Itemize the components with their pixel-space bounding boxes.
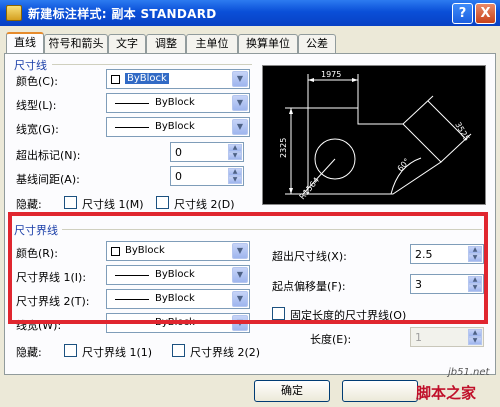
window-title: 新建标注样式: 副本 STANDARD xyxy=(28,7,217,21)
length-label: 长度(E): xyxy=(310,333,352,346)
line-sample xyxy=(115,103,149,104)
help-button[interactable]: ? xyxy=(452,3,473,24)
preview-canvas: 1975 2325 3525 60° R1564 xyxy=(262,65,486,205)
dim-text-radius: R1564 xyxy=(298,176,322,202)
title-bar: 新建标注样式: 副本 STANDARD ? X xyxy=(0,0,500,26)
watermark-brand: 脚本之家 xyxy=(416,384,477,402)
color-swatch xyxy=(111,75,120,84)
suppress-ext-line-1-label: 尺寸界线 1(1) xyxy=(82,346,153,359)
dim-linetype-label: 线型(L): xyxy=(16,99,57,112)
watermark-site: jb51.net xyxy=(448,367,490,378)
dim-linetype-select[interactable]: ByBlock ▼ xyxy=(106,93,250,113)
tab-tolerances[interactable]: 公差 xyxy=(298,34,336,53)
app-icon xyxy=(6,5,22,21)
tab-lines[interactable]: 直线 xyxy=(6,32,44,54)
highlight-box xyxy=(8,212,488,324)
chevron-down-icon[interactable]: ▼ xyxy=(232,71,248,87)
suppress-dim-line-2-checkbox[interactable] xyxy=(156,196,169,209)
dim-linetype-value: ByBlock xyxy=(155,97,195,108)
suppress-dim-line-1-checkbox[interactable] xyxy=(64,196,77,209)
suppress-ext-line-2-checkbox[interactable] xyxy=(172,344,185,357)
tab-text[interactable]: 文字 xyxy=(108,34,146,53)
baseline-spacing-label: 基线间距(A): xyxy=(16,173,80,186)
dim-color-select[interactable]: ByBlock ▼ xyxy=(106,69,250,89)
dim-lineweight-label: 线宽(G): xyxy=(16,123,59,136)
cancel-button[interactable] xyxy=(342,380,418,402)
suppress-dim-line-1-label: 尺寸线 1(M) xyxy=(82,198,144,211)
tab-alternate-units[interactable]: 换算单位 xyxy=(238,34,298,53)
dim-color-value: ByBlock xyxy=(125,73,169,84)
spin-up-icon[interactable]: ▲ xyxy=(468,329,482,337)
ext-suppress-label: 隐藏: xyxy=(16,346,42,359)
dim-text-angle: 60° xyxy=(396,157,412,174)
suppress-ext-line-2-label: 尺寸界线 2(2) xyxy=(190,346,261,359)
dim-color-label: 颜色(C): xyxy=(16,75,58,88)
dim-suppress-label: 隐藏: xyxy=(16,198,42,211)
tab-primary-units[interactable]: 主单位 xyxy=(186,34,238,53)
length-value: 1 xyxy=(415,331,422,344)
dim-lines-group-title: 尺寸线 xyxy=(14,59,47,72)
divider xyxy=(52,64,252,65)
dim-lineweight-select[interactable]: ByBlock ▼ xyxy=(106,117,250,137)
dim-lineweight-value: ByBlock xyxy=(155,121,195,132)
spin-down-icon[interactable]: ▼ xyxy=(228,152,242,160)
extend-ticks-value: 0 xyxy=(175,146,182,159)
dim-text-right: 3525 xyxy=(453,121,471,143)
spin-up-icon[interactable]: ▲ xyxy=(228,144,242,152)
suppress-dim-line-2-label: 尺寸线 2(D) xyxy=(174,198,235,211)
baseline-spacing-stepper[interactable]: 0 ▲ ▼ xyxy=(170,166,244,186)
tab-fit[interactable]: 调整 xyxy=(146,34,186,53)
dim-text-top: 1975 xyxy=(321,70,341,79)
extend-ticks-stepper[interactable]: 0 ▲ ▼ xyxy=(170,142,244,162)
extend-ticks-label: 超出标记(N): xyxy=(16,149,81,162)
dim-text-left: 2325 xyxy=(279,138,288,158)
chevron-down-icon[interactable]: ▼ xyxy=(232,119,248,135)
ok-button[interactable]: 确定 xyxy=(254,380,330,402)
close-button[interactable]: X xyxy=(475,3,496,24)
suppress-ext-line-1-checkbox[interactable] xyxy=(64,344,77,357)
line-sample xyxy=(115,127,149,128)
chevron-down-icon[interactable]: ▼ xyxy=(232,95,248,111)
spin-down-icon[interactable]: ▼ xyxy=(468,337,482,345)
spin-down-icon[interactable]: ▼ xyxy=(228,176,242,184)
tab-symbols-arrows[interactable]: 符号和箭头 xyxy=(44,34,108,53)
baseline-spacing-value: 0 xyxy=(175,170,182,183)
length-stepper[interactable]: 1 ▲ ▼ xyxy=(410,327,484,347)
spin-up-icon[interactable]: ▲ xyxy=(228,168,242,176)
